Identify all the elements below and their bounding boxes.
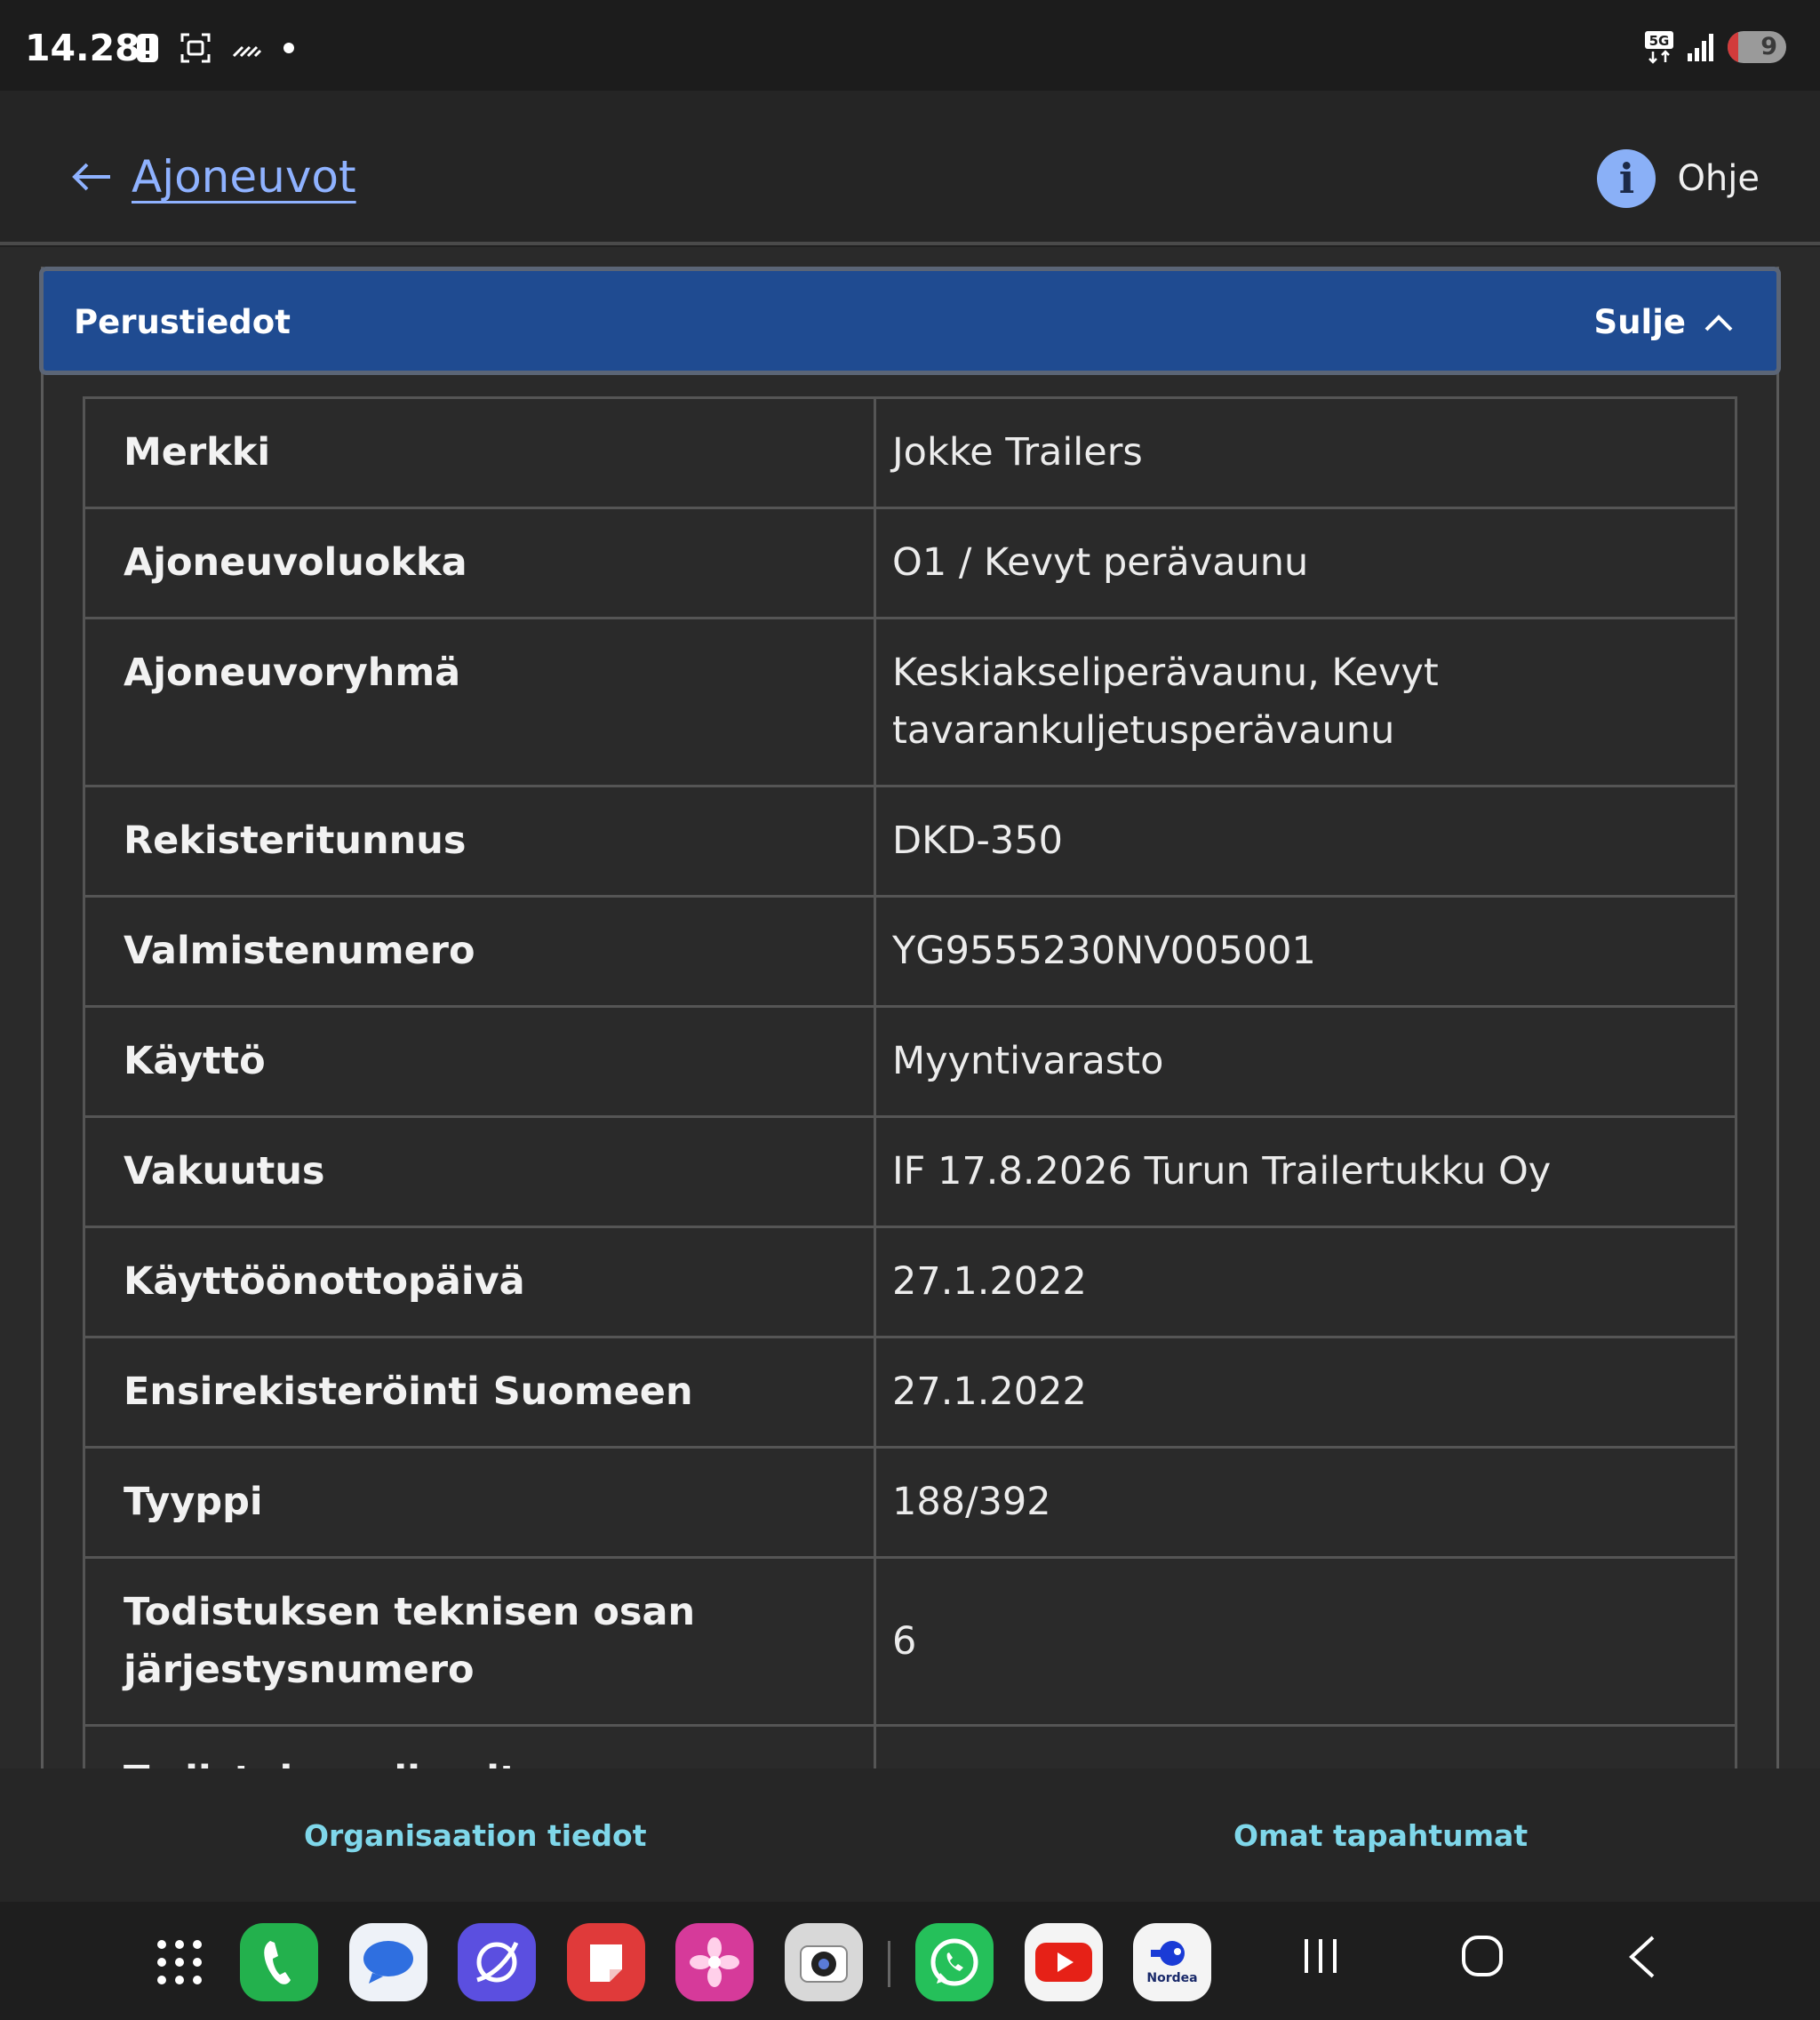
row-value: 27.1.2022 xyxy=(874,1226,1737,1338)
row-value: 188/392 xyxy=(874,1446,1737,1559)
row-value: DKD-350 xyxy=(874,785,1737,898)
bottom-tab-bar: Organisaation tiedot Omat tapahtumat xyxy=(0,1768,1820,1902)
table-row: Merkki Jokke Trailers xyxy=(83,396,1737,509)
signal-strength-icon xyxy=(1688,34,1713,61)
table-row: Vakuutus IF 17.8.2026 Turun Trailertukku … xyxy=(83,1115,1737,1228)
phone-icon[interactable] xyxy=(240,1923,318,2001)
dock-divider xyxy=(888,1941,890,1987)
row-value: IF 17.8.2026 Turun Trailertukku Oy xyxy=(874,1115,1737,1228)
row-value: YG9555230NV005001 xyxy=(874,895,1737,1008)
youtube-icon[interactable] xyxy=(1025,1923,1103,2001)
row-label: Rekisteritunnus xyxy=(83,785,876,898)
svg-text:5G: 5G xyxy=(1649,33,1670,49)
row-value: Jokke Trailers xyxy=(874,396,1737,509)
table-row: Rekisteritunnus DKD-350 xyxy=(83,785,1737,898)
status-notification-icons xyxy=(135,32,295,64)
table-row: Käyttö Myyntivarasto xyxy=(83,1005,1737,1118)
nordea-icon[interactable]: Nordea xyxy=(1133,1923,1211,2001)
chevron-up-icon xyxy=(1704,314,1733,331)
table-row: Todistuksen teknisen osan järjestysnumer… xyxy=(83,1556,1737,1727)
status-time: 14.28 xyxy=(25,27,140,69)
collapse-label: Sulje xyxy=(1593,303,1686,341)
row-label: Merkki xyxy=(83,396,876,509)
messages-icon[interactable] xyxy=(349,1923,427,2001)
row-value: Myyntivarasto xyxy=(874,1005,1737,1118)
network-5g-icon: 5G xyxy=(1645,31,1673,64)
row-label: Tyyppi xyxy=(83,1446,876,1559)
row-label: Todistuksen ilmoitusosan järjestysnumero xyxy=(83,1724,876,1768)
help-label[interactable]: Ohje xyxy=(1677,158,1760,199)
alert-icon xyxy=(137,34,158,62)
accordion-header-perustiedot[interactable]: Perustiedot Sulje xyxy=(39,267,1781,375)
row-label: Valmistenumero xyxy=(83,895,876,1008)
table-row: Ensirekisteröinti Suomeen 27.1.2022 xyxy=(83,1336,1737,1449)
arrow-left-icon xyxy=(72,163,110,191)
row-label: Vakuutus xyxy=(83,1115,876,1228)
status-right-icons: 5G 9 xyxy=(1644,30,1786,64)
gallery-icon[interactable] xyxy=(675,1923,754,2001)
main-content: Perustiedot Sulje Merkki Jokke Trailers A… xyxy=(0,247,1820,1768)
signal-slash-icon xyxy=(232,45,262,58)
battery-indicator: 9 xyxy=(1728,31,1786,63)
info-icon: i xyxy=(1597,149,1656,208)
tab-organisaation-tiedot[interactable]: Organisaation tiedot xyxy=(304,1818,646,1853)
recent-apps-button[interactable] xyxy=(1297,1934,1344,1982)
whatsapp-icon[interactable] xyxy=(915,1923,994,2001)
back-link-label[interactable]: Ajoneuvot xyxy=(132,151,356,203)
table-row: Todistuksen ilmoitusosan järjestysnumero… xyxy=(83,1724,1737,1768)
row-value: 6 xyxy=(874,1556,1737,1727)
row-label: Ajoneuvoryhmä xyxy=(83,617,876,787)
nordea-label: Nordea xyxy=(1146,1971,1198,1985)
battery-level: 9 xyxy=(1760,33,1777,60)
tab-omat-tapahtumat[interactable]: Omat tapahtumat xyxy=(1233,1818,1528,1853)
status-bar: 14.28 5G 9 xyxy=(0,0,1820,91)
row-label: Ajoneuvoluokka xyxy=(83,507,876,619)
table-row: Käyttöönottopäivä 27.1.2022 xyxy=(83,1226,1737,1338)
table-row: Ajoneuvoluokka O1 / Kevyt perävaunu xyxy=(83,507,1737,619)
camera-icon[interactable] xyxy=(785,1923,863,2001)
row-value: O1 / Kevyt perävaunu xyxy=(874,507,1737,619)
screenshot-icon xyxy=(180,33,211,63)
row-label: Käyttö xyxy=(83,1005,876,1118)
home-button[interactable] xyxy=(1460,1934,1505,1982)
top-navigation: Ajoneuvot i Ohje xyxy=(0,91,1820,245)
section-title: Perustiedot xyxy=(74,303,291,341)
back-nav-button[interactable] xyxy=(1626,1934,1658,1984)
app-dock: Nordea xyxy=(0,1902,1820,2020)
row-label: Ensirekisteröinti Suomeen xyxy=(83,1336,876,1449)
row-value: Keskiakseliperävaunu, Kevyt tavarankulje… xyxy=(874,617,1737,787)
vehicle-info-table: Merkki Jokke Trailers Ajoneuvoluokka O1 / … xyxy=(83,396,1737,1768)
row-value: 27.1.2022 xyxy=(874,1336,1737,1449)
apps-grid-icon[interactable] xyxy=(140,1923,219,2001)
row-label: Käyttöönottopäivä xyxy=(83,1226,876,1338)
table-row: Tyyppi 188/392 xyxy=(83,1446,1737,1559)
table-row: Valmistenumero YG9555230NV005001 xyxy=(83,895,1737,1008)
help-button[interactable]: i Ohje xyxy=(1597,149,1760,208)
row-label: Todistuksen teknisen osan järjestysnumer… xyxy=(83,1556,876,1727)
row-value: 4 xyxy=(874,1724,1737,1768)
collapse-button[interactable]: Sulje xyxy=(1594,303,1734,341)
internet-icon[interactable] xyxy=(458,1923,536,2001)
dot-icon xyxy=(283,43,294,53)
notes-icon[interactable] xyxy=(567,1923,645,2001)
back-link[interactable]: Ajoneuvot xyxy=(69,151,356,203)
table-row: Ajoneuvoryhmä Keskiakseliperävaunu, Kevyt… xyxy=(83,617,1737,787)
